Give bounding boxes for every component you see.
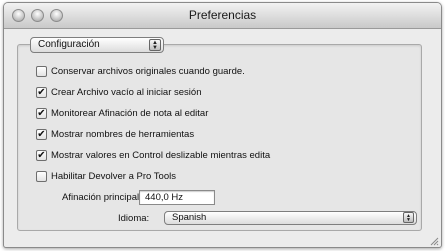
checkmark-icon: ✔ bbox=[37, 86, 46, 98]
section-popup-button[interactable]: Configuración ▲ ▼ bbox=[30, 37, 164, 53]
checkbox-create-empty-file[interactable]: ✔ bbox=[36, 86, 47, 98]
option-create-empty-file[interactable]: ✔ Crear Archivo vacío al iniciar sesión bbox=[36, 85, 201, 99]
option-show-slider-values[interactable]: ✔ Mostrar valores en Control deslizable … bbox=[36, 148, 270, 162]
language-select[interactable]: Spanish ▲ ▼ bbox=[164, 211, 417, 225]
tuning-label: Afinación principal bbox=[62, 192, 140, 203]
checkbox-enable-return-protools[interactable] bbox=[36, 170, 47, 182]
checkbox-show-slider-values[interactable]: ✔ bbox=[36, 149, 47, 161]
updown-arrows-icon: ▲ ▼ bbox=[149, 39, 161, 51]
section-popup-value: Configuración bbox=[38, 39, 100, 50]
updown-arrows-icon: ▲ ▼ bbox=[403, 212, 414, 223]
option-monitor-tuning[interactable]: ✔ Monitorear Afinación de nota al editar bbox=[36, 106, 208, 120]
option-label: Mostrar nombres de herramientas bbox=[51, 128, 195, 140]
checkbox-keep-originals[interactable] bbox=[36, 65, 47, 77]
checkbox-show-tool-names[interactable]: ✔ bbox=[36, 128, 47, 140]
window-title: Preferencias bbox=[188, 8, 257, 22]
option-label: Mostrar valores en Control deslizable mi… bbox=[51, 149, 271, 161]
checkbox-monitor-tuning[interactable]: ✔ bbox=[36, 107, 47, 119]
option-label: Monitorear Afinación de nota al editar bbox=[51, 107, 209, 119]
checkmark-icon: ✔ bbox=[37, 107, 46, 119]
option-keep-originals[interactable]: Conservar archivos originales cuando gua… bbox=[36, 64, 245, 78]
option-label: Habilitar Devolver a Pro Tools bbox=[51, 170, 176, 182]
option-label: Crear Archivo vacío al iniciar sesión bbox=[51, 86, 202, 98]
option-enable-return-protools[interactable]: Habilitar Devolver a Pro Tools bbox=[36, 169, 176, 183]
language-select-value: Spanish bbox=[172, 212, 207, 223]
title-bar[interactable]: Preferencias bbox=[4, 3, 441, 29]
option-show-tool-names[interactable]: ✔ Mostrar nombres de herramientas bbox=[36, 127, 194, 141]
checkmark-icon: ✔ bbox=[37, 149, 46, 161]
resize-grip-icon[interactable] bbox=[430, 237, 439, 246]
tuning-input[interactable]: 440,0 Hz bbox=[139, 190, 215, 205]
checkmark-icon: ✔ bbox=[37, 128, 46, 140]
language-label: Idioma: bbox=[118, 213, 150, 224]
option-label: Conservar archivos originales cuando gua… bbox=[51, 65, 245, 77]
